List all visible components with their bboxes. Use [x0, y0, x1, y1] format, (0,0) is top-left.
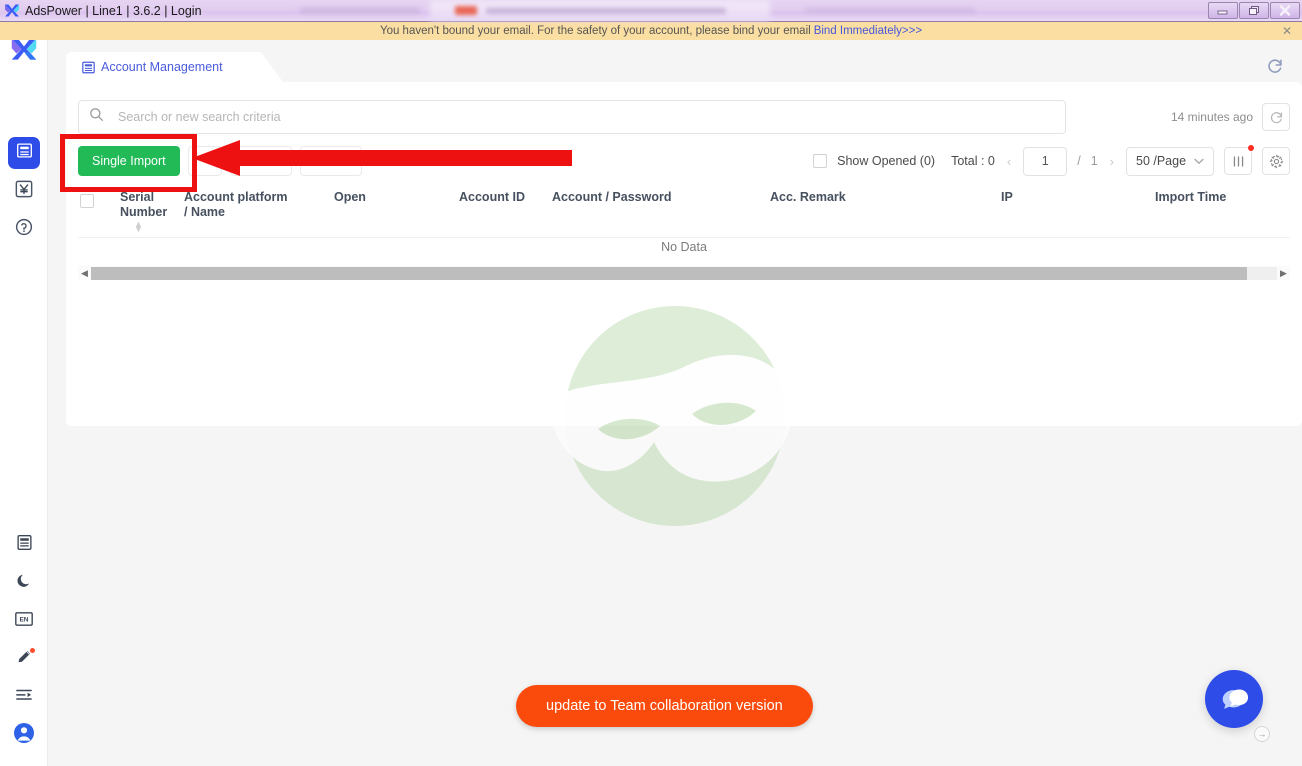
- tab-label: Account Management: [101, 60, 223, 74]
- sidebar-item-docs[interactable]: [0, 526, 48, 564]
- th-ip[interactable]: IP: [1001, 190, 1013, 205]
- page-number-input[interactable]: 1: [1023, 146, 1068, 176]
- show-opened-checkbox[interactable]: [813, 154, 828, 168]
- total-label: Total : 0: [951, 154, 995, 168]
- account-management-card: 14 minutes ago Single Import: [66, 82, 1302, 426]
- th-account-id[interactable]: Account ID: [459, 190, 525, 205]
- columns-notification-badge: [1248, 145, 1254, 151]
- scrollbar-track[interactable]: [91, 266, 1277, 280]
- yen-currency-icon: [15, 180, 33, 203]
- scrollbar-thumb[interactable]: [91, 266, 1247, 280]
- feedback-notification-badge: [30, 648, 35, 653]
- sort-indicator-serial-number[interactable]: ▲ ▼: [134, 220, 143, 234]
- user-avatar-icon: [13, 722, 35, 749]
- select-all-checkbox[interactable]: [80, 194, 94, 208]
- pagination-controls: Show Opened (0) Total : 0 ‹ 1 / 1 › 50 /…: [813, 145, 1290, 176]
- minimize-button[interactable]: [1208, 2, 1238, 19]
- sidebar-item-language[interactable]: EN: [0, 602, 48, 640]
- columns-settings-icon[interactable]: [1224, 145, 1254, 175]
- titlebar-blurred-item-1: [455, 6, 477, 15]
- sidebar-item-help[interactable]: [0, 210, 48, 248]
- scroll-left-button[interactable]: ◀: [78, 268, 91, 279]
- page-size-select[interactable]: 50 /Page: [1126, 146, 1214, 176]
- sidebar-item-account-management[interactable]: [0, 134, 48, 172]
- page-separator: /: [1077, 154, 1081, 168]
- table-empty-message: No Data: [661, 240, 707, 254]
- left-sidebar: EN: [0, 22, 48, 766]
- collapse-list-icon: [15, 687, 33, 708]
- th-open[interactable]: Open: [334, 190, 366, 205]
- banner-close-icon[interactable]: ✕: [1282, 25, 1292, 37]
- sync-refresh-icon[interactable]: [1262, 103, 1290, 131]
- batch-import-button[interactable]: [187, 146, 222, 176]
- chevron-down-icon: [1194, 154, 1204, 168]
- toolbar-row: Single Import Show Opened (0) Total : 0 …: [78, 144, 1290, 178]
- search-box[interactable]: [78, 100, 1066, 134]
- single-import-button[interactable]: Single Import: [78, 146, 180, 176]
- next-page-button[interactable]: ›: [1108, 154, 1116, 169]
- bind-immediately-link[interactable]: Bind Immediately>>>: [814, 25, 922, 37]
- sidebar-item-theme[interactable]: [0, 564, 48, 602]
- th-account-password[interactable]: Account / Password: [552, 190, 671, 205]
- sort-desc-icon: ▼: [134, 224, 143, 234]
- update-team-collaboration-button[interactable]: update to Team collaboration version: [516, 685, 813, 727]
- sidebar-item-feedback[interactable]: [0, 640, 48, 678]
- sidebar-item-collapse[interactable]: [0, 678, 48, 716]
- search-row: 14 minutes ago: [78, 100, 1290, 134]
- th-account-platform-name[interactable]: Account platform / Name: [184, 190, 294, 220]
- sidebar-item-billing[interactable]: [0, 172, 48, 210]
- titlebar-blurred-item-4: [805, 8, 975, 13]
- search-input[interactable]: [116, 109, 1055, 125]
- chat-expand-arrow-icon[interactable]: →: [1254, 726, 1270, 742]
- scroll-right-button[interactable]: ▶: [1277, 268, 1290, 279]
- search-icon: [89, 107, 104, 127]
- tab-account-management[interactable]: Account Management: [66, 52, 283, 82]
- titlebar-blurred-item-2: [486, 8, 726, 14]
- last-updated-text: 14 minutes ago: [1170, 110, 1253, 124]
- page-size-label: 50 /Page: [1136, 154, 1187, 168]
- adspower-logo: [10, 36, 38, 64]
- last-updated-group: 14 minutes ago: [1171, 103, 1290, 131]
- th-import-time[interactable]: Import Time: [1155, 190, 1226, 205]
- tab-strip: Account Management: [66, 52, 1302, 82]
- maximize-restore-button[interactable]: [1239, 2, 1269, 19]
- document-icon: [16, 534, 33, 556]
- moon-icon: [16, 572, 33, 594]
- svg-text:EN: EN: [19, 616, 28, 623]
- close-button[interactable]: [1270, 2, 1300, 19]
- app-window: AdsPower | Line1 | 3.6.2 | Login You hav…: [0, 0, 1302, 766]
- th-acc-remark[interactable]: Acc. Remark: [770, 190, 846, 205]
- main-content: Account Management Search or new search …: [48, 40, 1302, 766]
- th-serial-number[interactable]: Serial Number: [120, 190, 178, 220]
- list-panel-icon: [16, 142, 33, 164]
- language-en-icon: EN: [15, 611, 33, 632]
- titlebar-blurred-item-3: [300, 8, 420, 13]
- sidebar-primary-nav: [0, 134, 48, 248]
- question-help-icon: [15, 218, 33, 241]
- bulk-action-button[interactable]: [229, 146, 292, 176]
- sidebar-secondary-nav: EN: [0, 526, 48, 754]
- window-controls: [1208, 2, 1300, 19]
- export-button[interactable]: [299, 146, 362, 176]
- email-bind-banner: You haven't bound your email. For the sa…: [0, 22, 1302, 40]
- banner-text: You haven't bound your email. For the sa…: [379, 25, 811, 37]
- show-opened-label: Show Opened (0): [837, 154, 936, 168]
- panel-list-icon: [82, 61, 95, 74]
- window-title: AdsPower | Line1 | 3.6.2 | Login: [25, 3, 202, 18]
- chat-bubble-icon[interactable]: [1205, 670, 1263, 728]
- table-horizontal-scrollbar[interactable]: ◀ ▶: [78, 266, 1290, 280]
- gear-icon[interactable]: [1262, 147, 1290, 175]
- window-titlebar: AdsPower | Line1 | 3.6.2 | Login: [0, 0, 1302, 22]
- table-header-row: Serial Number ▲ ▼ Account platform / Nam…: [78, 186, 1290, 238]
- sidebar-item-profile[interactable]: [0, 716, 48, 754]
- refresh-icon[interactable]: [1266, 57, 1284, 75]
- prev-page-button[interactable]: ‹: [1005, 154, 1013, 169]
- adspower-logo-icon: [4, 3, 20, 19]
- page-count: 1: [1090, 154, 1098, 168]
